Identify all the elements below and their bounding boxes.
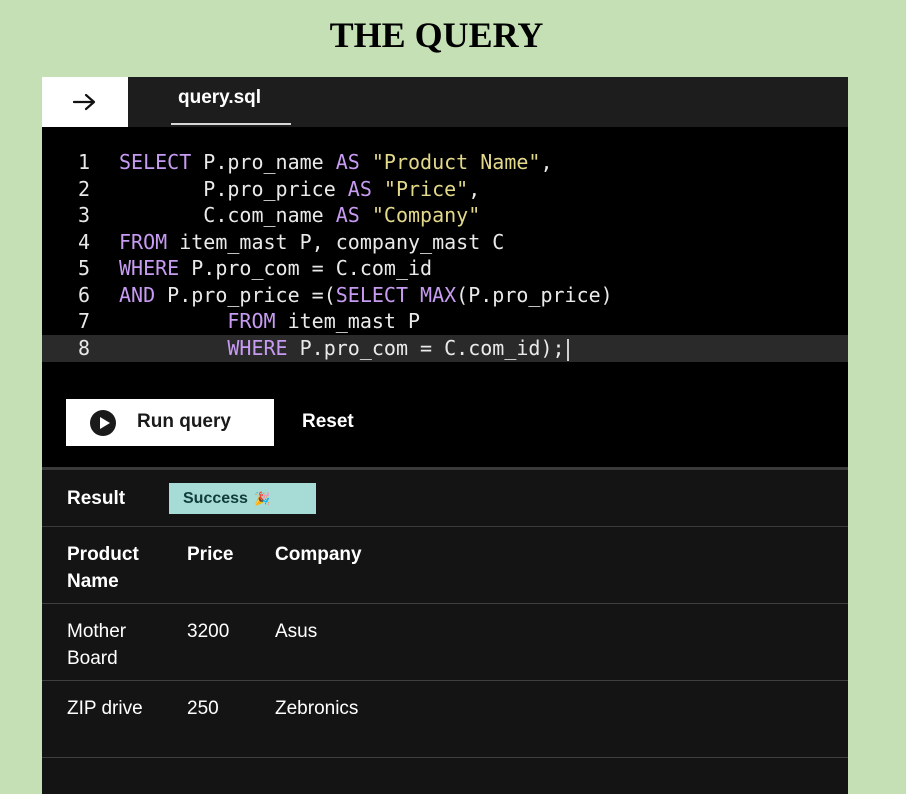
- code-line[interactable]: 3 C.com_name AS "Company": [42, 202, 848, 229]
- code-line[interactable]: 5 WHERE P.pro_com = C.com_id: [42, 255, 848, 282]
- code-token: (P.pro_price): [456, 283, 613, 307]
- code-token: "Product Name": [371, 150, 541, 174]
- line-number: 6: [77, 283, 90, 307]
- table-row: Mother Board 3200 Asus: [42, 604, 848, 681]
- code-token: P.pro_name: [203, 150, 336, 174]
- code-line[interactable]: 8 WHERE P.pro_com = C.com_id);: [42, 335, 848, 362]
- party-popper-icon: 🎉: [253, 491, 271, 506]
- arrow-button[interactable]: [42, 77, 128, 127]
- table-header-row: Product Name Price Company: [42, 527, 848, 604]
- code-token: AS: [335, 150, 372, 174]
- code-text: C.com_name AS "Company": [119, 202, 480, 229]
- column-header: Price: [187, 544, 234, 565]
- column-header: Company: [275, 544, 362, 565]
- code-line[interactable]: 7 FROM item_mast P: [42, 308, 848, 335]
- column-header: Product Name: [67, 544, 139, 592]
- code-token: "Company": [371, 203, 481, 227]
- code-line[interactable]: 4 FROM item_mast P, company_mast C: [42, 229, 848, 256]
- play-icon: [90, 410, 116, 436]
- code-text: WHERE P.pro_com = C.com_id: [119, 255, 432, 282]
- code-token: WHERE: [227, 336, 300, 360]
- code-token: AND: [119, 283, 168, 307]
- code-editor[interactable]: 1 SELECT P.pro_name AS "Product Name", 2 P…: [42, 127, 848, 389]
- line-number: 2: [77, 177, 90, 201]
- line-number: 7: [77, 309, 90, 333]
- table-cell: ZIP drive: [67, 698, 143, 719]
- code-token: ,: [468, 177, 481, 201]
- tab-label: query.sql: [178, 87, 262, 108]
- table-cell: Mother Board: [67, 621, 127, 669]
- page-title: THE QUERY: [329, 15, 544, 55]
- tab-active-indicator: [171, 123, 291, 125]
- line-number: 1: [77, 150, 90, 174]
- result-table: Product Name Price Company Mother Board 3200…: [42, 527, 848, 758]
- line-number: 5: [77, 256, 90, 280]
- code-text: FROM item_mast P: [119, 308, 420, 335]
- tab-query-sql[interactable]: query.sql: [171, 77, 291, 127]
- code-token: AS: [335, 203, 372, 227]
- table-cell: Asus: [275, 621, 318, 642]
- code-line[interactable]: 2 P.pro_price AS "Price",: [42, 176, 848, 203]
- text-cursor: [566, 338, 569, 361]
- action-bar: Run query Reset: [42, 389, 848, 467]
- table-cell: 250: [187, 698, 219, 719]
- code-token: ,: [540, 150, 553, 174]
- run-query-label: Run query: [137, 411, 231, 432]
- code-token: WHERE: [119, 256, 192, 280]
- run-query-button[interactable]: Run query: [66, 399, 274, 446]
- code-token: "Price": [383, 177, 469, 201]
- line-number: 4: [77, 230, 90, 254]
- status-text: Success: [183, 490, 248, 507]
- code-token: AS: [347, 177, 384, 201]
- code-token: P.pro_com = C.com_id);: [299, 336, 565, 360]
- tab-bar: query.sql: [42, 77, 848, 127]
- code-text: SELECT P.pro_name AS "Product Name",: [119, 149, 553, 176]
- table-row: ZIP drive 250 Zebronics: [42, 681, 848, 758]
- line-number: 3: [77, 203, 90, 227]
- table-cell: 3200: [187, 621, 230, 642]
- code-token: FROM: [119, 230, 180, 254]
- reset-button[interactable]: Reset: [302, 411, 354, 433]
- line-number: 8: [77, 336, 90, 360]
- code-token: item_mast P, company_mast C: [179, 230, 505, 254]
- code-token: SELECT: [119, 150, 204, 174]
- table-cell: Zebronics: [275, 698, 359, 719]
- result-header: Result Success 🎉: [42, 470, 848, 527]
- code-text: FROM item_mast P, company_mast C: [119, 229, 504, 256]
- code-token: P.pro_com = C.com_id: [191, 256, 433, 280]
- code-token: P.pro_price =(: [167, 283, 336, 307]
- code-token: MAX: [420, 283, 457, 307]
- code-text: WHERE P.pro_com = C.com_id);: [119, 335, 569, 362]
- code-token: C.com_name: [119, 203, 336, 227]
- sql-editor-panel: query.sql 1 SELECT P.pro_name AS "Product…: [42, 77, 848, 794]
- code-token: FROM: [227, 309, 288, 333]
- code-token: SELECT: [335, 283, 421, 307]
- code-line[interactable]: 1 SELECT P.pro_name AS "Product Name",: [42, 149, 848, 176]
- code-text: AND P.pro_price =(SELECT MAX(P.pro_price…: [119, 282, 613, 309]
- code-line[interactable]: 6 AND P.pro_price =(SELECT MAX(P.pro_pric…: [42, 282, 848, 309]
- arrow-right-icon: [72, 93, 96, 111]
- status-badge: Success 🎉: [169, 483, 316, 514]
- code-token: P.pro_price: [119, 177, 348, 201]
- code-token: item_mast P: [287, 309, 421, 333]
- result-label: Result: [67, 488, 126, 509]
- code-text: P.pro_price AS "Price",: [119, 176, 480, 203]
- result-panel: Result Success 🎉 Product Name Price Company…: [42, 470, 848, 794]
